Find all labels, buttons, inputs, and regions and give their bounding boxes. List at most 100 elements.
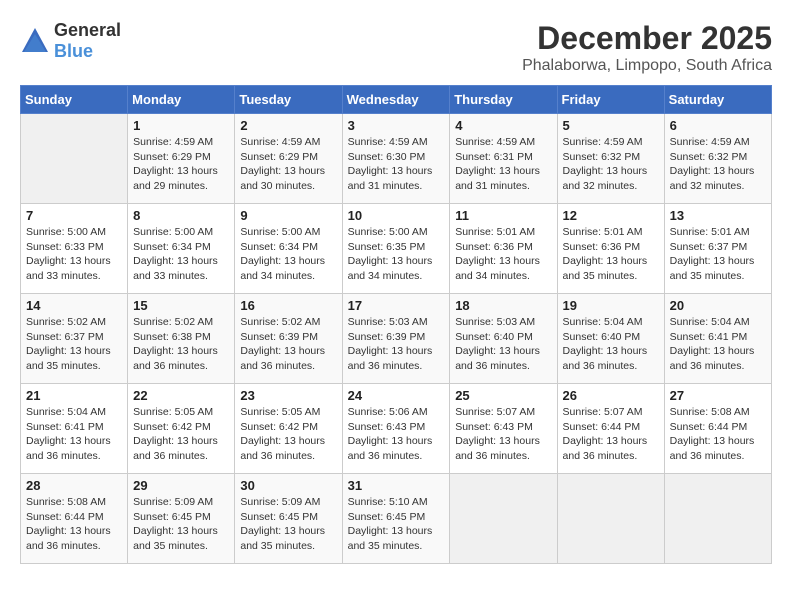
day-info: Sunrise: 4:59 AM Sunset: 6:29 PM Dayligh…: [240, 135, 336, 194]
calendar-cell: 3 Sunrise: 4:59 AM Sunset: 6:30 PM Daylig…: [342, 114, 450, 204]
calendar-week-2: 7Sunrise: 5:00 AM Sunset: 6:33 PM Daylig…: [21, 204, 772, 294]
logo-general-text: General: [54, 20, 121, 40]
calendar-header-tuesday: Tuesday: [235, 86, 342, 114]
day-number: 31: [348, 478, 445, 493]
calendar-cell: 24Sunrise: 5:06 AM Sunset: 6:43 PM Dayli…: [342, 384, 450, 474]
calendar-cell: 5 Sunrise: 4:59 AM Sunset: 6:32 PM Daylig…: [557, 114, 664, 204]
day-number: 23: [240, 388, 336, 403]
calendar-week-3: 14 Sunrise: 5:02 AM Sunset: 6:37 PM Dayli…: [21, 294, 772, 384]
title-area: December 2025 Phalaborwa, Limpopo, South…: [522, 20, 772, 75]
calendar-week-1: 1 Sunrise: 4:59 AM Sunset: 6:29 PM Daylig…: [21, 114, 772, 204]
day-number: 19: [563, 298, 659, 313]
day-info: Sunrise: 5:09 AM Sunset: 6:45 PM Dayligh…: [133, 495, 229, 554]
day-number: 16: [240, 298, 336, 313]
day-number: 27: [670, 388, 766, 403]
calendar-table: SundayMondayTuesdayWednesdayThursdayFrid…: [20, 85, 772, 564]
calendar-cell: 16Sunrise: 5:02 AM Sunset: 6:39 PM Dayli…: [235, 294, 342, 384]
calendar-cell: 29Sunrise: 5:09 AM Sunset: 6:45 PM Dayli…: [128, 474, 235, 564]
logo: General Blue: [20, 20, 121, 62]
day-number: 15: [133, 298, 229, 313]
calendar-cell: 20 Sunrise: 5:04 AM Sunset: 6:41 PM Dayli…: [664, 294, 771, 384]
day-info: Sunrise: 5:03 AM Sunset: 6:39 PM Dayligh…: [348, 315, 445, 374]
day-number: 4: [455, 118, 551, 133]
calendar-cell: 18 Sunrise: 5:03 AM Sunset: 6:40 PM Dayli…: [450, 294, 557, 384]
logo-blue-text: Blue: [54, 41, 93, 61]
calendar-cell: 19 Sunrise: 5:04 AM Sunset: 6:40 PM Dayli…: [557, 294, 664, 384]
calendar-cell: 9 Sunrise: 5:00 AM Sunset: 6:34 PM Daylig…: [235, 204, 342, 294]
day-number: 14: [26, 298, 122, 313]
calendar-cell: 2 Sunrise: 4:59 AM Sunset: 6:29 PM Daylig…: [235, 114, 342, 204]
day-info: Sunrise: 5:07 AM Sunset: 6:43 PM Dayligh…: [455, 405, 551, 464]
day-number: 24: [348, 388, 445, 403]
day-number: 3: [348, 118, 445, 133]
calendar-cell: [557, 474, 664, 564]
day-info: Sunrise: 5:05 AM Sunset: 6:42 PM Dayligh…: [133, 405, 229, 464]
day-info: Sunrise: 5:10 AM Sunset: 6:45 PM Dayligh…: [348, 495, 445, 554]
day-number: 10: [348, 208, 445, 223]
calendar-cell: 31 Sunrise: 5:10 AM Sunset: 6:45 PM Dayli…: [342, 474, 450, 564]
calendar-cell: 28 Sunrise: 5:08 AM Sunset: 6:44 PM Dayli…: [21, 474, 128, 564]
day-info: Sunrise: 5:07 AM Sunset: 6:44 PM Dayligh…: [563, 405, 659, 464]
day-info: Sunrise: 5:09 AM Sunset: 6:45 PM Dayligh…: [240, 495, 336, 554]
calendar-cell: 15Sunrise: 5:02 AM Sunset: 6:38 PM Dayli…: [128, 294, 235, 384]
day-info: Sunrise: 5:01 AM Sunset: 6:36 PM Dayligh…: [455, 225, 551, 284]
day-info: Sunrise: 4:59 AM Sunset: 6:32 PM Dayligh…: [670, 135, 766, 194]
day-info: Sunrise: 5:00 AM Sunset: 6:35 PM Dayligh…: [348, 225, 445, 284]
day-info: Sunrise: 5:00 AM Sunset: 6:34 PM Dayligh…: [240, 225, 336, 284]
day-info: Sunrise: 4:59 AM Sunset: 6:30 PM Dayligh…: [348, 135, 445, 194]
calendar-header-sunday: Sunday: [21, 86, 128, 114]
calendar-week-5: 28 Sunrise: 5:08 AM Sunset: 6:44 PM Dayli…: [21, 474, 772, 564]
day-info: Sunrise: 5:02 AM Sunset: 6:37 PM Dayligh…: [26, 315, 122, 374]
calendar-header-monday: Monday: [128, 86, 235, 114]
day-info: Sunrise: 5:04 AM Sunset: 6:41 PM Dayligh…: [670, 315, 766, 374]
day-info: Sunrise: 5:04 AM Sunset: 6:40 PM Dayligh…: [563, 315, 659, 374]
calendar-cell: 8Sunrise: 5:00 AM Sunset: 6:34 PM Daylig…: [128, 204, 235, 294]
calendar-cell: 13 Sunrise: 5:01 AM Sunset: 6:37 PM Dayli…: [664, 204, 771, 294]
calendar-cell: 30 Sunrise: 5:09 AM Sunset: 6:45 PM Dayli…: [235, 474, 342, 564]
day-number: 7: [26, 208, 122, 223]
calendar-body: 1 Sunrise: 4:59 AM Sunset: 6:29 PM Daylig…: [21, 114, 772, 564]
calendar-cell: [21, 114, 128, 204]
day-number: 25: [455, 388, 551, 403]
calendar-cell: 11 Sunrise: 5:01 AM Sunset: 6:36 PM Dayli…: [450, 204, 557, 294]
day-number: 22: [133, 388, 229, 403]
calendar-cell: 23 Sunrise: 5:05 AM Sunset: 6:42 PM Dayli…: [235, 384, 342, 474]
calendar-header-row: SundayMondayTuesdayWednesdayThursdayFrid…: [21, 86, 772, 114]
day-number: 28: [26, 478, 122, 493]
day-info: Sunrise: 5:01 AM Sunset: 6:37 PM Dayligh…: [670, 225, 766, 284]
day-info: Sunrise: 5:00 AM Sunset: 6:34 PM Dayligh…: [133, 225, 229, 284]
calendar-cell: 26 Sunrise: 5:07 AM Sunset: 6:44 PM Dayli…: [557, 384, 664, 474]
day-number: 18: [455, 298, 551, 313]
day-number: 30: [240, 478, 336, 493]
day-number: 1: [133, 118, 229, 133]
day-info: Sunrise: 5:05 AM Sunset: 6:42 PM Dayligh…: [240, 405, 336, 464]
day-number: 6: [670, 118, 766, 133]
day-info: Sunrise: 4:59 AM Sunset: 6:32 PM Dayligh…: [563, 135, 659, 194]
day-info: Sunrise: 5:08 AM Sunset: 6:44 PM Dayligh…: [670, 405, 766, 464]
calendar-cell: 27 Sunrise: 5:08 AM Sunset: 6:44 PM Dayli…: [664, 384, 771, 474]
logo-icon: [20, 26, 50, 56]
calendar-cell: 14 Sunrise: 5:02 AM Sunset: 6:37 PM Dayli…: [21, 294, 128, 384]
day-number: 9: [240, 208, 336, 223]
day-number: 5: [563, 118, 659, 133]
calendar-header-wednesday: Wednesday: [342, 86, 450, 114]
day-info: Sunrise: 4:59 AM Sunset: 6:31 PM Dayligh…: [455, 135, 551, 194]
calendar-cell: [450, 474, 557, 564]
day-number: 11: [455, 208, 551, 223]
calendar-cell: 22 Sunrise: 5:05 AM Sunset: 6:42 PM Dayli…: [128, 384, 235, 474]
month-title: December 2025: [522, 20, 772, 57]
day-number: 20: [670, 298, 766, 313]
page-header: General Blue December 2025 Phalaborwa, L…: [20, 20, 772, 75]
day-number: 2: [240, 118, 336, 133]
day-number: 21: [26, 388, 122, 403]
calendar-cell: 10 Sunrise: 5:00 AM Sunset: 6:35 PM Dayli…: [342, 204, 450, 294]
day-number: 12: [563, 208, 659, 223]
day-number: 13: [670, 208, 766, 223]
location-title: Phalaborwa, Limpopo, South Africa: [522, 57, 772, 75]
day-info: Sunrise: 5:03 AM Sunset: 6:40 PM Dayligh…: [455, 315, 551, 374]
calendar-cell: 4 Sunrise: 4:59 AM Sunset: 6:31 PM Daylig…: [450, 114, 557, 204]
calendar-header-friday: Friday: [557, 86, 664, 114]
day-info: Sunrise: 5:08 AM Sunset: 6:44 PM Dayligh…: [26, 495, 122, 554]
calendar-cell: 6 Sunrise: 4:59 AM Sunset: 6:32 PM Daylig…: [664, 114, 771, 204]
day-number: 26: [563, 388, 659, 403]
